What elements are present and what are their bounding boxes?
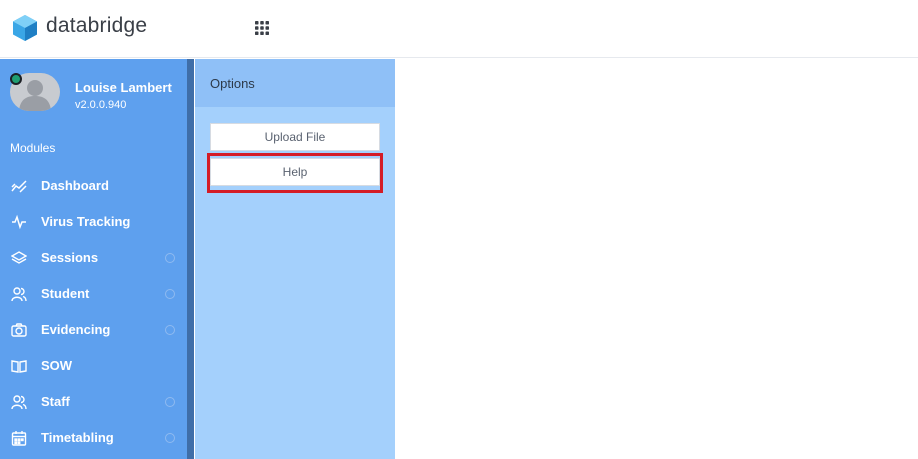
expand-indicator-dot: [165, 397, 175, 407]
sidebar-item-student[interactable]: Student: [0, 277, 187, 311]
top-header: databridge: [0, 0, 918, 58]
sidebar: Louise Lambert v2.0.0.940 Modules Dashbo…: [0, 59, 194, 459]
sidebar-item-label: Student: [41, 286, 90, 301]
user-name[interactable]: Louise Lambert: [75, 80, 172, 95]
help-button-highlight: [207, 153, 383, 193]
online-status-dot: [10, 73, 22, 85]
trend-chart-icon: [11, 180, 27, 193]
upload-file-button[interactable]: Upload File: [210, 123, 380, 151]
camera-icon: [11, 323, 27, 337]
sidebar-item-staff[interactable]: Staff: [0, 385, 187, 419]
expand-indicator-dot: [165, 325, 175, 335]
users-icon: [11, 395, 27, 410]
sidebar-item-label: Staff: [41, 394, 70, 409]
sidebar-item-dashboard[interactable]: Dashboard: [0, 169, 187, 203]
expand-indicator-dot: [165, 433, 175, 443]
sidebar-item-label: Evidencing: [41, 322, 111, 337]
sidebar-item-sessions[interactable]: Sessions: [0, 241, 187, 275]
options-panel: Options Upload File Help: [195, 59, 395, 459]
sidebar-item-label: Sessions: [41, 250, 99, 265]
pulse-icon: [12, 214, 26, 230]
sidebar-item-virus-tracking[interactable]: Virus Tracking: [0, 205, 187, 239]
calendar-icon: [11, 431, 27, 446]
book-icon: [11, 360, 27, 373]
sidebar-scrollbar[interactable]: [187, 59, 194, 459]
options-header: Options: [195, 59, 395, 107]
options-title: Options: [210, 76, 255, 91]
sidebar-item-label: Virus Tracking: [41, 214, 131, 229]
hexagon-cube-logo-icon: [13, 15, 37, 41]
app-version: v2.0.0.940: [75, 99, 127, 111]
brand-name: databridge: [46, 14, 148, 37]
sidebar-item-label: SOW: [41, 358, 73, 373]
users-icon: [11, 287, 27, 302]
sidebar-item-timetabling[interactable]: Timetabling: [0, 421, 187, 455]
sidebar-item-sow[interactable]: SOW: [0, 349, 187, 383]
sidebar-item-label: Timetabling: [41, 430, 114, 445]
expand-indicator-dot: [165, 253, 175, 263]
modules-section-label: Modules: [10, 141, 56, 155]
apps-grid-icon[interactable]: [254, 20, 270, 36]
sidebar-item-evidencing[interactable]: Evidencing: [0, 313, 187, 347]
layers-icon: [11, 251, 27, 264]
expand-indicator-dot: [165, 289, 175, 299]
sidebar-item-label: Dashboard: [41, 178, 109, 193]
